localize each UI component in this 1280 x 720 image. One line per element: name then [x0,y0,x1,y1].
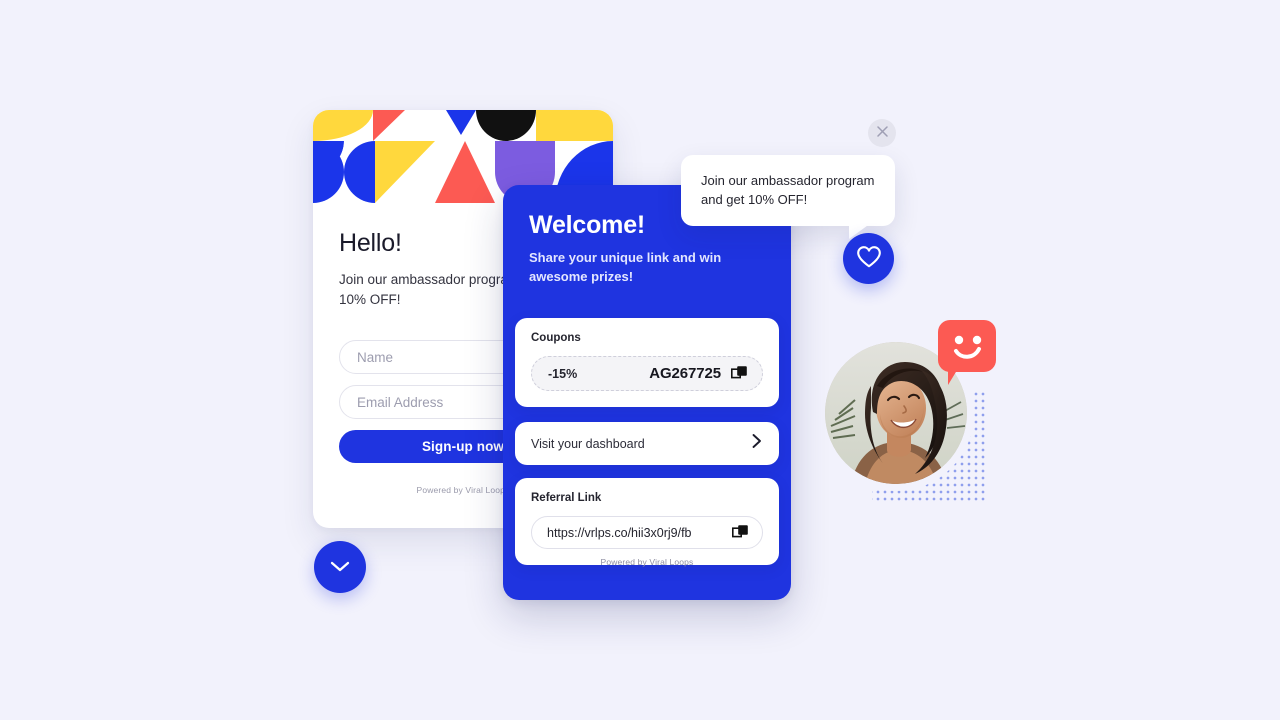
coupon-discount: -15% [548,366,578,381]
visit-dashboard-row[interactable]: Visit your dashboard [515,422,779,465]
coupons-panel: Coupons -15% AG267725 [515,318,779,407]
referral-url-text: https://vrlps.co/hii3x0rj9/fb [547,525,692,540]
coupons-label: Coupons [531,332,581,344]
referral-panel: Referral Link https://vrlps.co/hii3x0rj9… [515,478,779,565]
visit-dashboard-label: Visit your dashboard [531,436,645,451]
copy-icon [731,365,748,382]
tooltip-text: Join our ambassador program and get 10% … [701,173,875,207]
heart-icon [856,245,882,272]
close-button[interactable] [868,119,896,147]
welcome-footer-credit: Powered by Viral Loops [600,557,694,567]
copy-coupon-button[interactable] [731,365,748,382]
close-icon [876,125,889,141]
avatar-cluster [820,315,1000,515]
referral-link-pill[interactable]: https://vrlps.co/hii3x0rj9/fb [531,516,763,549]
ambassador-tooltip: Join our ambassador program and get 10% … [681,155,895,239]
chevron-right-icon [751,433,763,454]
smiley-chat-icon [954,335,982,359]
copy-referral-button[interactable] [732,524,749,541]
page-stage: Hello! Join our ambassador program and g… [0,0,1280,720]
referral-label: Referral Link [531,492,602,504]
copy-icon [732,524,749,541]
coupon-code: AG267725 [649,365,721,382]
coupon-pill[interactable]: -15% AG267725 [531,356,763,391]
chevron-down-icon [329,559,351,576]
welcome-subtitle: Share your unique link and win awesome p… [529,250,722,284]
heart-button[interactable] [843,233,894,284]
scroll-down-button[interactable] [314,541,366,593]
welcome-card: Welcome! Share your unique link and win … [503,185,791,600]
